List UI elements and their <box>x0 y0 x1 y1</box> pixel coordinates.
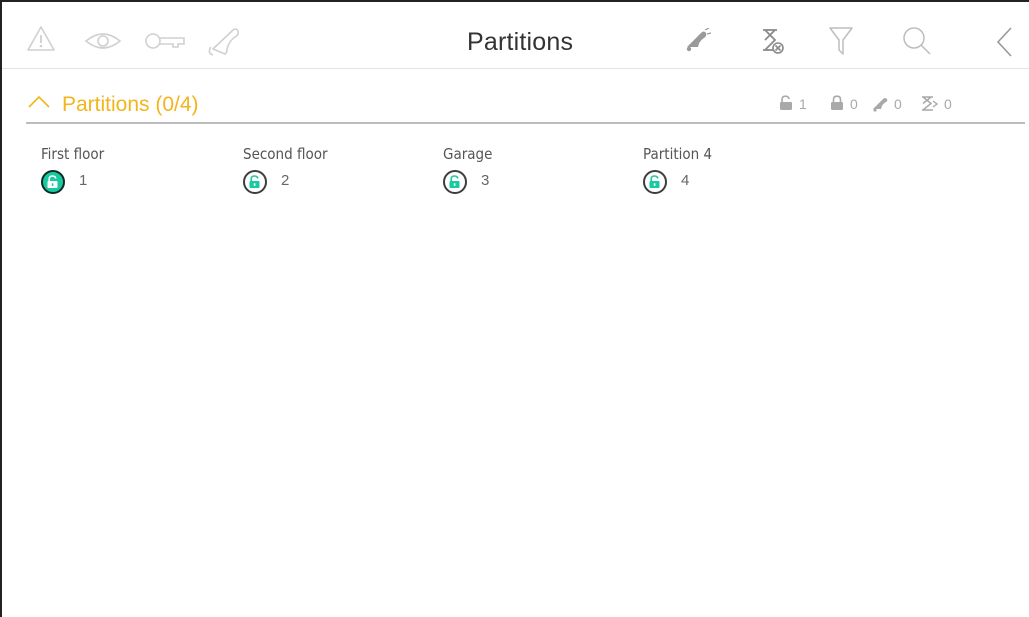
partition-status-badge[interactable] <box>643 170 667 194</box>
unlocked-icon <box>449 175 460 188</box>
partition-status-badge[interactable] <box>443 170 467 194</box>
key-icon[interactable] <box>144 29 188 58</box>
partition-name: Second floor <box>243 145 328 163</box>
partition-number: 4 <box>681 172 690 189</box>
locked-icon <box>831 95 843 110</box>
bell-icon[interactable] <box>205 25 241 62</box>
chevron-up-icon[interactable] <box>28 95 50 114</box>
filter-icon[interactable] <box>828 26 854 61</box>
partition-status-badge[interactable] <box>41 170 65 194</box>
partition-name: Garage <box>443 145 493 163</box>
top-toolbar: Partitions <box>2 2 1029 69</box>
partition-name: First floor <box>41 145 105 163</box>
back-chevron-icon[interactable] <box>995 26 1015 63</box>
search-icon[interactable] <box>902 26 932 61</box>
silence-bell-icon[interactable] <box>683 27 712 59</box>
silenced-bell-icon <box>873 98 888 112</box>
partitions-section-header[interactable]: Partitions (0/4) 1 0 0 0 <box>26 88 1025 124</box>
partition-number: 1 <box>79 172 88 189</box>
hourglass-cancel-icon[interactable] <box>760 28 786 61</box>
page-title: Partitions <box>467 28 574 56</box>
alarm-warning-icon[interactable] <box>26 25 56 58</box>
partition-number: 2 <box>281 172 290 189</box>
unlocked-icon <box>780 95 792 110</box>
unlocked-icon <box>47 175 58 188</box>
partition-status-badge[interactable] <box>243 170 267 194</box>
unlocked-icon <box>649 175 660 188</box>
app-window: Partitions Partitions (0/4) 1 0 0 0 Firs… <box>0 0 1029 617</box>
partition-name: Partition 4 <box>643 145 713 163</box>
section-title: Partitions (0/4) <box>62 93 199 116</box>
partition-number: 3 <box>481 172 490 189</box>
eye-icon[interactable] <box>84 30 122 57</box>
unlocked-icon <box>249 175 260 188</box>
delay-hourglass-icon <box>922 96 938 111</box>
